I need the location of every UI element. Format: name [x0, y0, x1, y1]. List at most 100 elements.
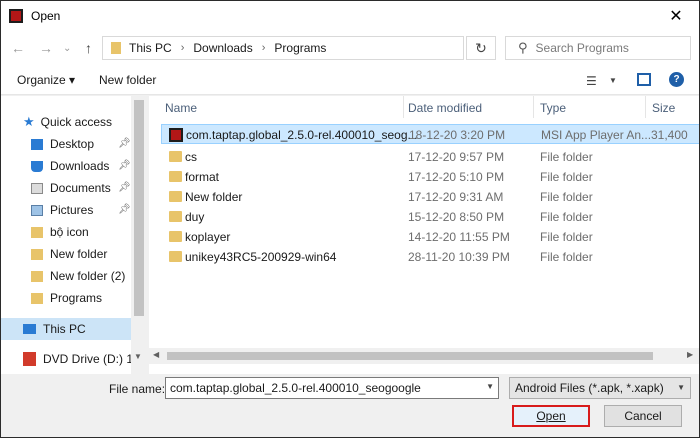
file-row[interactable]: New folder 17-12-20 9:31 AM File folder: [161, 187, 699, 207]
documents-icon: [31, 182, 43, 194]
sidebar-item-pictures[interactable]: Pictures: [31, 199, 93, 221]
scroll-right-arrow-icon[interactable]: ▶: [687, 350, 693, 359]
search-box[interactable]: ⚲ Search Programs: [505, 36, 691, 60]
sidebar-item-bo-icon[interactable]: bộ icon: [31, 221, 89, 243]
file-name: New folder: [185, 190, 243, 204]
sidebar-item-new-folder-2[interactable]: New folder (2): [31, 265, 125, 287]
msi-app-player-icon: [9, 9, 23, 23]
file-row[interactable]: unikey43RC5-200929-win64 28-11-20 10:39 …: [161, 247, 699, 267]
chevron-down-icon: ▼: [677, 383, 685, 392]
file-type: File folder: [540, 170, 593, 184]
sidebar-item-new-folder[interactable]: New folder: [31, 243, 107, 265]
file-name: com.taptap.global_2.5.0-rel.400010_seog.…: [186, 128, 418, 142]
sidebar-item-label: New folder: [50, 247, 108, 261]
up-arrow-icon[interactable]: ↑: [85, 40, 92, 56]
folder-icon: [31, 270, 43, 282]
cancel-button[interactable]: Cancel: [604, 405, 682, 427]
sidebar-item-this-pc[interactable]: This PC: [1, 318, 131, 340]
file-list-horizontal-scrollbar[interactable]: ◀ ▶: [149, 348, 699, 364]
back-arrow-icon[interactable]: ←: [11, 40, 25, 56]
file-name-value: com.taptap.global_2.5.0-rel.400010_seogo…: [170, 381, 421, 395]
scrollbar-thumb[interactable]: [134, 100, 144, 316]
recent-locations-chevron-icon[interactable]: ⌄: [63, 43, 71, 54]
folder-icon: [169, 151, 182, 162]
computer-icon: [23, 324, 36, 334]
column-divider[interactable]: [533, 96, 534, 118]
folder-icon: [169, 251, 182, 262]
column-header-name[interactable]: Name: [165, 101, 197, 115]
folder-icon: [31, 248, 43, 260]
organize-menu[interactable]: Organize ▾: [17, 73, 75, 87]
sidebar-item-documents[interactable]: Documents: [31, 177, 111, 199]
new-folder-button[interactable]: New folder: [99, 73, 156, 87]
scrollbar-thumb[interactable]: [167, 352, 653, 360]
sidebar-item-label: New folder (2): [50, 269, 126, 283]
sidebar-item-downloads[interactable]: Downloads: [31, 155, 109, 177]
navigation-pane-scrollbar[interactable]: ▼: [131, 96, 147, 374]
file-date: 14-12-20 11:55 PM: [408, 230, 510, 244]
breadcrumb-downloads[interactable]: Downloads: [193, 41, 252, 55]
sidebar-item-label: bộ icon: [50, 225, 89, 239]
file-row[interactable]: duy 15-12-20 8:50 PM File folder: [161, 207, 699, 227]
scroll-left-arrow-icon[interactable]: ◀: [153, 350, 159, 359]
pin-icon[interactable]: 📌︎: [118, 182, 131, 193]
refresh-icon: ↻: [475, 39, 487, 56]
file-date: 18-12-20 3:20 PM: [409, 128, 506, 142]
sidebar-item-dvd-drive[interactable]: DVD Drive (D:) 16: [23, 348, 140, 370]
pictures-icon: [31, 204, 43, 216]
folder-icon: [169, 231, 182, 242]
folder-icon: [169, 171, 182, 182]
window-title: Open: [31, 9, 61, 23]
scroll-down-arrow-icon[interactable]: ▼: [134, 352, 142, 361]
sidebar-item-quick-access[interactable]: ★ Quick access: [23, 111, 112, 133]
breadcrumb-chevron-icon[interactable]: ›: [262, 42, 266, 54]
file-name-input[interactable]: com.taptap.global_2.5.0-rel.400010_seogo…: [165, 377, 499, 399]
file-date: 15-12-20 8:50 PM: [408, 210, 505, 224]
file-type: File folder: [540, 190, 593, 204]
chevron-down-icon[interactable]: ▼: [486, 382, 494, 391]
file-type: File folder: [540, 150, 593, 164]
search-placeholder: Search Programs: [535, 41, 629, 55]
view-dropdown-chevron-icon[interactable]: ▼: [609, 76, 617, 85]
search-icon: ⚲: [518, 40, 528, 55]
sidebar-item-label: Programs: [50, 291, 103, 305]
file-row[interactable]: format 17-12-20 5:10 PM File folder: [161, 167, 699, 187]
open-button[interactable]: Open: [512, 405, 590, 427]
file-row-selected[interactable]: com.taptap.global_2.5.0-rel.400010_seog.…: [161, 124, 699, 144]
navigation-pane: ★ Quick access Desktop 📌︎ Downloads 📌︎ D…: [1, 96, 147, 374]
sidebar-item-label: Documents: [50, 181, 111, 195]
pin-icon[interactable]: 📌︎: [118, 138, 131, 149]
file-name: koplayer: [185, 230, 231, 244]
sidebar-item-desktop[interactable]: Desktop: [31, 133, 94, 155]
refresh-button[interactable]: ↻: [466, 36, 496, 60]
forward-arrow-icon[interactable]: →: [39, 40, 53, 56]
preview-pane-icon[interactable]: [637, 73, 651, 86]
column-header-size[interactable]: Size: [652, 101, 675, 115]
pin-icon[interactable]: 📌︎: [118, 204, 131, 215]
file-type-select[interactable]: Android Files (*.apk, *.xapk) ▼: [509, 377, 691, 399]
column-header-type[interactable]: Type: [540, 101, 566, 115]
breadcrumb-programs[interactable]: Programs: [274, 41, 326, 55]
help-icon[interactable]: ?: [669, 72, 684, 87]
sidebar-item-label: Quick access: [40, 115, 113, 129]
column-divider[interactable]: [403, 96, 404, 118]
download-icon: [31, 160, 43, 172]
command-bar: Organize ▾ New folder ☰ ▼ ?: [1, 65, 699, 95]
file-name: cs: [185, 150, 197, 164]
folder-icon: [169, 211, 182, 222]
file-type: File folder: [540, 250, 593, 264]
column-header-date-modified[interactable]: Date modified: [408, 101, 482, 115]
close-button[interactable]: ✕: [653, 1, 699, 31]
file-list: Name Date modified Type Size com.taptap.…: [149, 96, 699, 374]
file-row[interactable]: cs 17-12-20 9:57 PM File folder: [161, 147, 699, 167]
sidebar-item-programs[interactable]: Programs: [31, 287, 102, 309]
address-bar[interactable]: This PC › Downloads › Programs: [102, 36, 464, 60]
desktop-icon: [31, 138, 43, 150]
column-divider[interactable]: [645, 96, 646, 118]
file-row[interactable]: koplayer 14-12-20 11:55 PM File folder: [161, 227, 699, 247]
sidebar-item-label: Desktop: [50, 137, 95, 151]
breadcrumb-chevron-icon[interactable]: ›: [181, 42, 185, 54]
pin-icon[interactable]: 📌︎: [118, 160, 131, 171]
view-options-icon[interactable]: ☰: [586, 74, 597, 88]
breadcrumb-this-pc[interactable]: This PC: [129, 41, 172, 55]
